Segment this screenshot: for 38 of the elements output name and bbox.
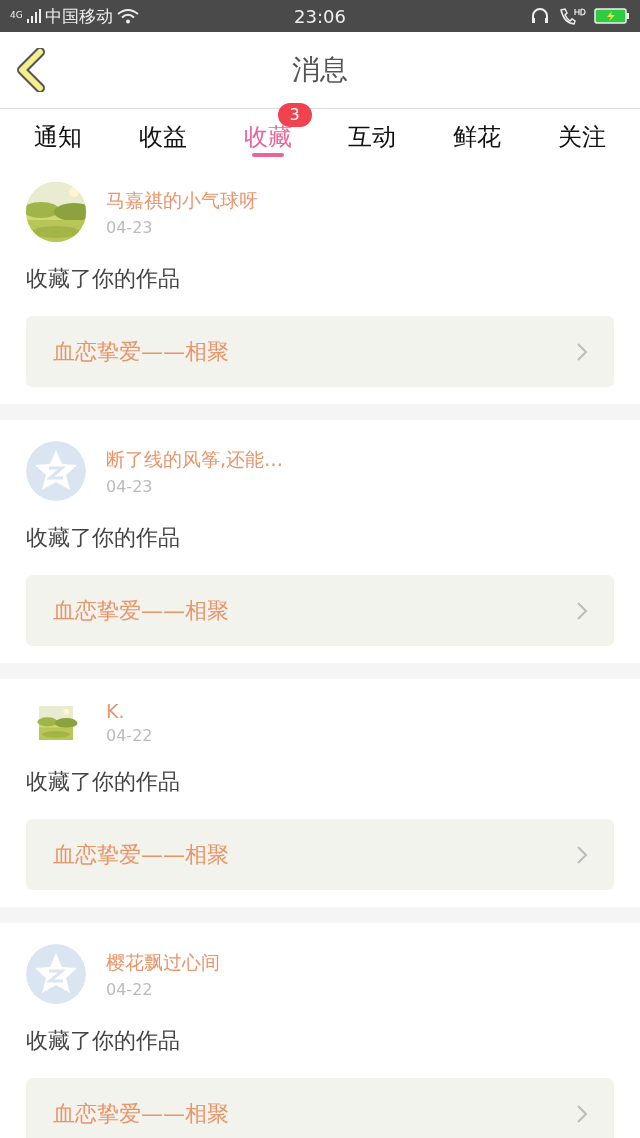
carrier-name: 中国移动 [44, 4, 113, 28]
message-date: 04-22 [106, 979, 154, 999]
message-text: 收藏了你的作品 [26, 768, 181, 796]
chevron-right-icon [576, 1103, 588, 1124]
tab[interactable]: 鲜花 [453, 121, 502, 151]
message-text: 收藏了你的作品 [26, 265, 181, 293]
chevron-right-icon [576, 341, 588, 362]
back-button[interactable] [14, 48, 48, 92]
tab[interactable]: 收益 [138, 121, 187, 151]
network-type: 4G [10, 9, 23, 20]
message-text: 收藏了你的作品 [26, 1027, 181, 1055]
work-link-card[interactable]: 血恋挚爱——相聚 [26, 575, 614, 646]
default-avatar-icon [26, 944, 86, 1004]
user-name[interactable]: 马嘉祺的小气球呀 [106, 187, 258, 214]
message-date: 04-23 [106, 217, 154, 237]
signal-icon [26, 9, 41, 23]
phone-icon [558, 7, 586, 25]
user-name[interactable]: 断了线的风筝,还能… [106, 446, 284, 473]
user-name[interactable]: K. [106, 700, 153, 722]
clock-time: 23:06 [294, 5, 346, 27]
user-name[interactable]: 樱花飘过心间 [106, 949, 220, 976]
battery-icon [594, 7, 630, 25]
message-date: 04-22 [106, 726, 153, 745]
work-link-card[interactable]: 血恋挚爱——相聚 [26, 1078, 614, 1138]
tab[interactable]: 互动 [348, 121, 397, 151]
default-avatar-icon [26, 441, 86, 501]
work-link-card[interactable]: 血恋挚爱——相聚 [26, 316, 614, 387]
headset-icon [530, 7, 550, 25]
work-link-card[interactable]: 血恋挚爱——相聚 [26, 819, 614, 890]
tab[interactable]: 通知 [34, 121, 82, 151]
chevron-right-icon [576, 600, 588, 621]
wifi-icon [116, 8, 139, 24]
message-text: 收藏了你的作品 [26, 524, 181, 552]
back-icon [14, 48, 48, 92]
tab[interactable]: 关注 [558, 121, 606, 151]
page-title: 消息 [292, 52, 348, 88]
chevron-right-icon [576, 844, 588, 865]
message-date: 04-23 [106, 476, 154, 496]
